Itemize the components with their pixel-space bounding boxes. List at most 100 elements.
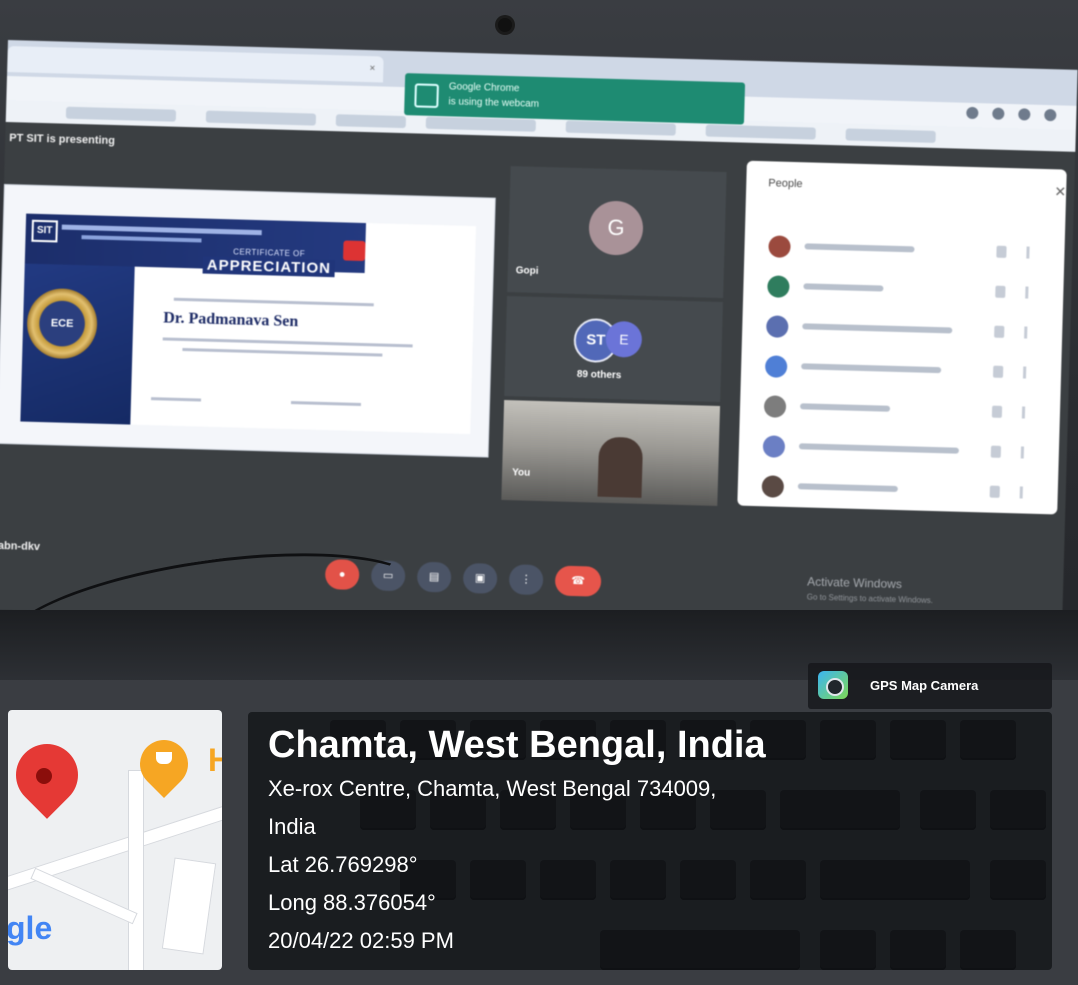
- toast-title: Google Chrome: [448, 81, 520, 95]
- extension-icon[interactable]: [966, 106, 979, 120]
- monitor-bezel: × × Google Chrome: [0, 0, 1078, 640]
- list-item[interactable]: [751, 473, 1042, 507]
- institute-name-line: [61, 224, 262, 236]
- bookmark-item[interactable]: [845, 128, 936, 143]
- puzzle-icon[interactable]: [1018, 108, 1031, 121]
- avatar: G: [588, 200, 644, 256]
- hang-up-button[interactable]: ☎: [554, 565, 602, 597]
- participant-name: [801, 363, 942, 374]
- address-country: India: [268, 814, 316, 839]
- participant-tile-gopi[interactable]: G Gopi: [507, 166, 727, 299]
- windows-activation-subtext: Go to Settings to activate Windows.: [806, 592, 934, 606]
- self-video-person: [597, 436, 644, 498]
- bookmark-item[interactable]: [425, 116, 536, 132]
- place-name: Chamta, West Bengal, India: [268, 724, 766, 766]
- participant-name: [804, 243, 915, 253]
- meet-window: PT SIT is presenting SIT CERTIFICATE OF …: [0, 121, 1076, 640]
- participant-count: 89 others: [576, 369, 622, 382]
- people-panel-title: People: [768, 177, 803, 191]
- windows-activation-watermark: Activate Windows: [806, 574, 903, 592]
- list-item[interactable]: [753, 433, 1044, 467]
- browser-tab[interactable]: ×: [7, 45, 154, 77]
- toast-text: is using the webcam: [448, 96, 540, 110]
- avatar: E: [605, 320, 643, 358]
- close-icon[interactable]: ✕: [1054, 183, 1066, 200]
- mic-icon[interactable]: [996, 245, 1007, 258]
- institute-subtitle-line: [81, 235, 202, 243]
- mic-icon[interactable]: [992, 365, 1004, 378]
- location-info-panel: Chamta, West Bengal, India Xe-rox Centre…: [248, 712, 1052, 970]
- signature-line: [290, 401, 362, 406]
- browser-toolbar-icons: [966, 106, 1057, 122]
- map-pin-dot: [36, 768, 52, 784]
- more-icon[interactable]: [1021, 406, 1026, 419]
- longitude: Long 88.376054°: [268, 890, 436, 915]
- star-icon[interactable]: [992, 107, 1005, 120]
- more-icon[interactable]: [1025, 286, 1029, 299]
- participant-name: [799, 403, 891, 412]
- participant-name: [802, 323, 953, 334]
- close-icon[interactable]: ×: [369, 56, 376, 82]
- mic-icon[interactable]: [995, 285, 1006, 298]
- list-item[interactable]: [758, 233, 1049, 267]
- participant-name: [798, 443, 959, 454]
- bookmark-item[interactable]: [565, 120, 676, 136]
- text-line: [162, 337, 413, 348]
- more-icon[interactable]: [1019, 486, 1023, 499]
- list-item[interactable]: [757, 273, 1048, 307]
- camera-icon: [414, 83, 439, 109]
- avatar: [764, 355, 788, 378]
- laptop-screen: × × Google Chrome: [0, 40, 1078, 640]
- map-poi-label: H: [208, 742, 222, 778]
- gps-camera-app-icon: [818, 671, 848, 699]
- participant-name: [797, 483, 898, 493]
- seal-icon: [342, 240, 366, 262]
- address-line: Xe-rox Centre, Chamta, West Bengal 73400…: [268, 776, 717, 801]
- avatar: [767, 275, 790, 298]
- more-icon[interactable]: [1022, 366, 1027, 379]
- profile-icon[interactable]: [1044, 108, 1057, 122]
- present-button[interactable]: ▣: [462, 562, 498, 594]
- certificate-heading: APPRECIATION: [202, 256, 336, 278]
- mic-icon[interactable]: [990, 445, 1002, 458]
- avatar: [765, 315, 789, 338]
- text-line: [173, 297, 374, 307]
- coffee-cup-icon: [156, 752, 172, 764]
- bookmark-item[interactable]: [335, 114, 407, 129]
- timestamp: 20/04/22 02:59 PM: [268, 928, 454, 953]
- avatar: [762, 435, 786, 458]
- list-item[interactable]: [755, 353, 1046, 387]
- participant-name: [803, 283, 884, 292]
- latitude: Lat 26.769298°: [268, 852, 418, 877]
- participant-name: Gopi: [515, 265, 539, 277]
- bookmark-item[interactable]: [205, 110, 317, 126]
- browser-tab[interactable]: ×: [137, 49, 384, 83]
- institute-logo: SIT: [31, 219, 58, 243]
- webcam-icon: [498, 18, 512, 32]
- avatar: [761, 475, 785, 498]
- avatar: [768, 235, 791, 258]
- participant-tile-others[interactable]: ST E 89 others: [504, 296, 723, 403]
- list-item[interactable]: [756, 313, 1047, 347]
- mic-icon[interactable]: [994, 325, 1005, 338]
- gps-camera-badge: GPS Map Camera: [808, 663, 1052, 709]
- mic-icon[interactable]: [989, 485, 1000, 498]
- list-item[interactable]: [754, 393, 1045, 427]
- presenting-banner: PT SIT is presenting: [9, 132, 116, 148]
- bookmark-item[interactable]: [65, 106, 177, 122]
- google-logo: gle: [8, 910, 53, 946]
- medal-icon: ECE: [26, 287, 99, 360]
- more-options-button[interactable]: ⋮: [508, 564, 544, 596]
- avatar: [763, 395, 787, 418]
- more-icon[interactable]: [1026, 246, 1030, 259]
- shared-screen: SIT CERTIFICATE OF APPRECIATION ECE Dr. …: [0, 183, 496, 458]
- more-icon[interactable]: [1024, 326, 1028, 339]
- bookmark-item[interactable]: [705, 124, 816, 140]
- map-road: [161, 857, 217, 955]
- participant-name: You: [511, 467, 531, 479]
- mic-icon[interactable]: [991, 405, 1003, 418]
- photo-scene: × × Google Chrome: [0, 0, 1078, 985]
- location-map-thumbnail: H gle: [8, 710, 222, 970]
- more-icon[interactable]: [1020, 446, 1025, 459]
- participant-tile-self[interactable]: You: [501, 399, 721, 506]
